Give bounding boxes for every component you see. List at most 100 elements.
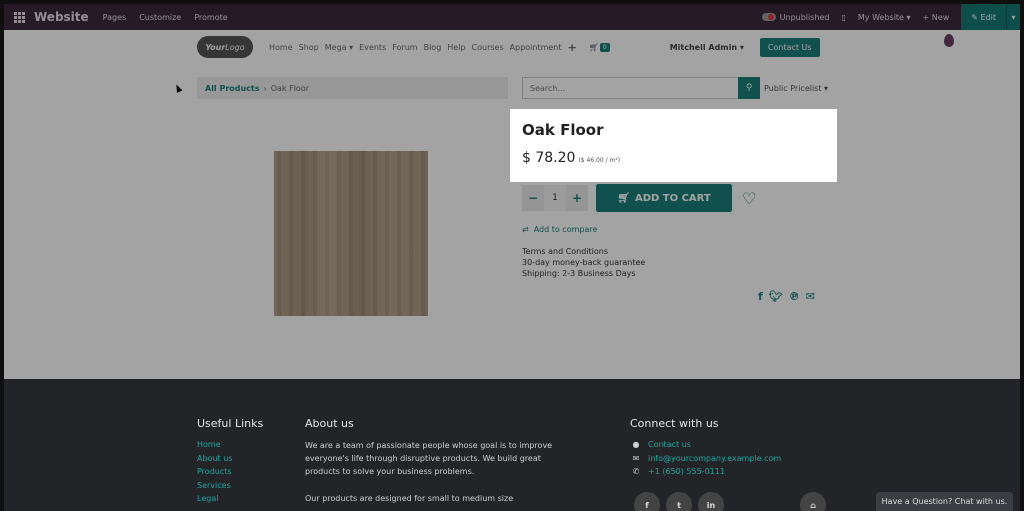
product-title-highlight: Oak Floor $ 78.20 ($ 46.00 / m²) (510, 109, 837, 182)
contact-us-link: Contact us (648, 440, 691, 449)
about-text-2: Our products are designed for small to m… (305, 494, 514, 503)
nav-forum[interactable]: Forum (392, 43, 417, 52)
money-back-text: 30-day money-back guarantee (522, 258, 646, 267)
pinterest-icon[interactable]: ℗ (789, 290, 800, 303)
breadcrumb-all-products[interactable]: All Products (205, 84, 260, 93)
screen: Website Pages Customize Promote Unpublis… (4, 4, 1020, 511)
product-price: $ 78.20 ($ 46.00 / m²) (522, 150, 620, 166)
phone-icon: ✆ (632, 467, 640, 476)
mouse-cursor-icon (173, 83, 183, 93)
logo-text-bold: Your (205, 42, 226, 52)
footer-link-home[interactable]: Home (197, 440, 221, 449)
site-header: Your Logo Home Shop Mega ▾ Events Forum B… (4, 30, 1020, 64)
menu-promote[interactable]: Promote (194, 13, 227, 22)
nav-courses[interactable]: Courses (472, 43, 504, 52)
email-link: info@yourcompany.example.com (648, 454, 782, 463)
about-text: We are a team of passionate people whose… (305, 441, 553, 476)
add-to-cart-label: ADD TO CART (634, 192, 711, 204)
price-value: $ 78.20 (522, 150, 576, 166)
website-app-title[interactable]: Website (34, 10, 89, 24)
chevron-down-icon: ▾ (1011, 12, 1016, 22)
product-terms: Terms and Conditions 30-day money-back g… (522, 246, 645, 279)
pencil-icon: ✎ (971, 12, 981, 22)
footer-contact-us[interactable]: ● Contact us (630, 440, 691, 449)
cart-button[interactable]: 🛒︎ 0 (588, 42, 610, 52)
add-to-cart-button[interactable]: 🛒︎ ADD TO CART (596, 184, 732, 212)
phone-link: +1 (650) 555-0111 (648, 467, 725, 476)
my-website-dropdown[interactable]: My Website ▾ (858, 13, 911, 22)
quantity-stepper: − 1 + (522, 185, 588, 211)
cart-icon: 🛒︎ (617, 192, 630, 204)
apps-grid-icon[interactable] (14, 12, 28, 23)
add-to-cart-row: − 1 + 🛒︎ ADD TO CART ♡ (522, 184, 756, 212)
unit-price: ($ 46.00 / m²) (578, 157, 621, 164)
new-button[interactable]: + New (923, 13, 950, 22)
nav-shop[interactable]: Shop (299, 43, 319, 52)
droplet-icon[interactable] (944, 34, 954, 47)
product-image[interactable] (274, 151, 428, 316)
quantity-input[interactable]: 1 (544, 185, 566, 211)
new-label: New (931, 12, 950, 22)
menu-customize[interactable]: Customize (139, 13, 181, 22)
useful-links-title: Useful Links (197, 417, 264, 430)
search-icon: ⚲ (745, 83, 753, 93)
nav-home[interactable]: Home (269, 43, 293, 52)
connect-title: Connect with us (630, 417, 719, 430)
add-to-compare-link[interactable]: ⇄ Add to compare (522, 225, 597, 234)
edit-label: Edit (980, 12, 997, 22)
terms-link[interactable]: Terms and Conditions (522, 246, 645, 257)
site-logo[interactable]: Your Logo (197, 36, 253, 58)
nav-appointment[interactable]: Appointment (510, 43, 562, 52)
footer-link-products[interactable]: Products (197, 467, 232, 476)
plus-icon[interactable]: + (568, 41, 577, 54)
facebook-icon[interactable]: f (758, 290, 763, 303)
footer-link-services[interactable]: Services (197, 481, 231, 490)
breadcrumb-current: Oak Floor (270, 83, 309, 93)
about-title: About us (305, 417, 354, 430)
logo-text: Logo (225, 42, 245, 52)
email-icon[interactable]: ✉ (806, 290, 815, 303)
nav-help[interactable]: Help (447, 43, 465, 52)
footer-twitter-icon[interactable]: t (666, 492, 692, 511)
breadcrumb-separator: › (263, 83, 267, 93)
breadcrumb: All Products › Oak Floor (197, 77, 508, 99)
nav-mega[interactable]: Mega ▾ (325, 43, 353, 52)
shipping-text: Shipping: 2-3 Business Days (522, 269, 636, 278)
edit-button[interactable]: ✎ Edit (961, 4, 1006, 30)
envelope-icon: ✉ (632, 454, 640, 463)
user-menu[interactable]: Mitchell Admin ▾ (670, 43, 744, 52)
publish-toggle-icon[interactable] (761, 13, 776, 21)
footer-linkedin-icon[interactable]: in (698, 492, 724, 511)
footer-email[interactable]: ✉ info@yourcompany.example.com (630, 454, 782, 463)
footer-facebook-icon[interactable]: f (634, 492, 660, 511)
compare-arrows-icon: ⇄ (522, 225, 529, 234)
twitter-icon[interactable]: 🐦︎ (769, 290, 783, 303)
footer-phone[interactable]: ✆ +1 (650) 555-0111 (630, 467, 725, 476)
my-website-label: My Website (857, 12, 904, 22)
quantity-decrease-button[interactable]: − (522, 191, 544, 205)
edit-bar: Website Pages Customize Promote Unpublis… (4, 4, 1020, 30)
pricelist-dropdown[interactable]: Public Pricelist ▾ (764, 77, 828, 99)
wishlist-heart-icon[interactable]: ♡ (742, 189, 756, 208)
live-chat-button[interactable]: Have a Question? Chat with us. (876, 492, 1013, 511)
search-button[interactable]: ⚲ (738, 77, 760, 99)
footer-home-icon[interactable]: ⌂ (800, 492, 826, 511)
chat-bubble-icon: ● (632, 440, 640, 449)
contact-us-button[interactable]: Contact Us (759, 37, 820, 57)
quantity-increase-button[interactable]: + (566, 191, 588, 205)
footer-link-about[interactable]: About us (197, 454, 232, 463)
cart-icon: 🛒︎ (588, 42, 599, 52)
mobile-preview-icon[interactable]: ▯ (842, 13, 846, 22)
publish-status[interactable]: Unpublished (780, 13, 830, 22)
site-footer: Useful Links Home About us Products Serv… (4, 379, 1020, 511)
footer-link-legal[interactable]: Legal (197, 494, 218, 503)
nav-events[interactable]: Events (359, 43, 386, 52)
pricelist-label: Public Pricelist (764, 83, 822, 93)
cart-count-badge: 0 (599, 42, 610, 52)
menu-pages[interactable]: Pages (103, 13, 127, 22)
edit-dropdown-button[interactable]: ▾ (1006, 4, 1020, 30)
product-name: Oak Floor (522, 121, 604, 139)
user-name: Mitchell Admin (669, 42, 738, 52)
nav-blog[interactable]: Blog (424, 43, 442, 52)
search-input[interactable]: Search... (522, 77, 760, 99)
